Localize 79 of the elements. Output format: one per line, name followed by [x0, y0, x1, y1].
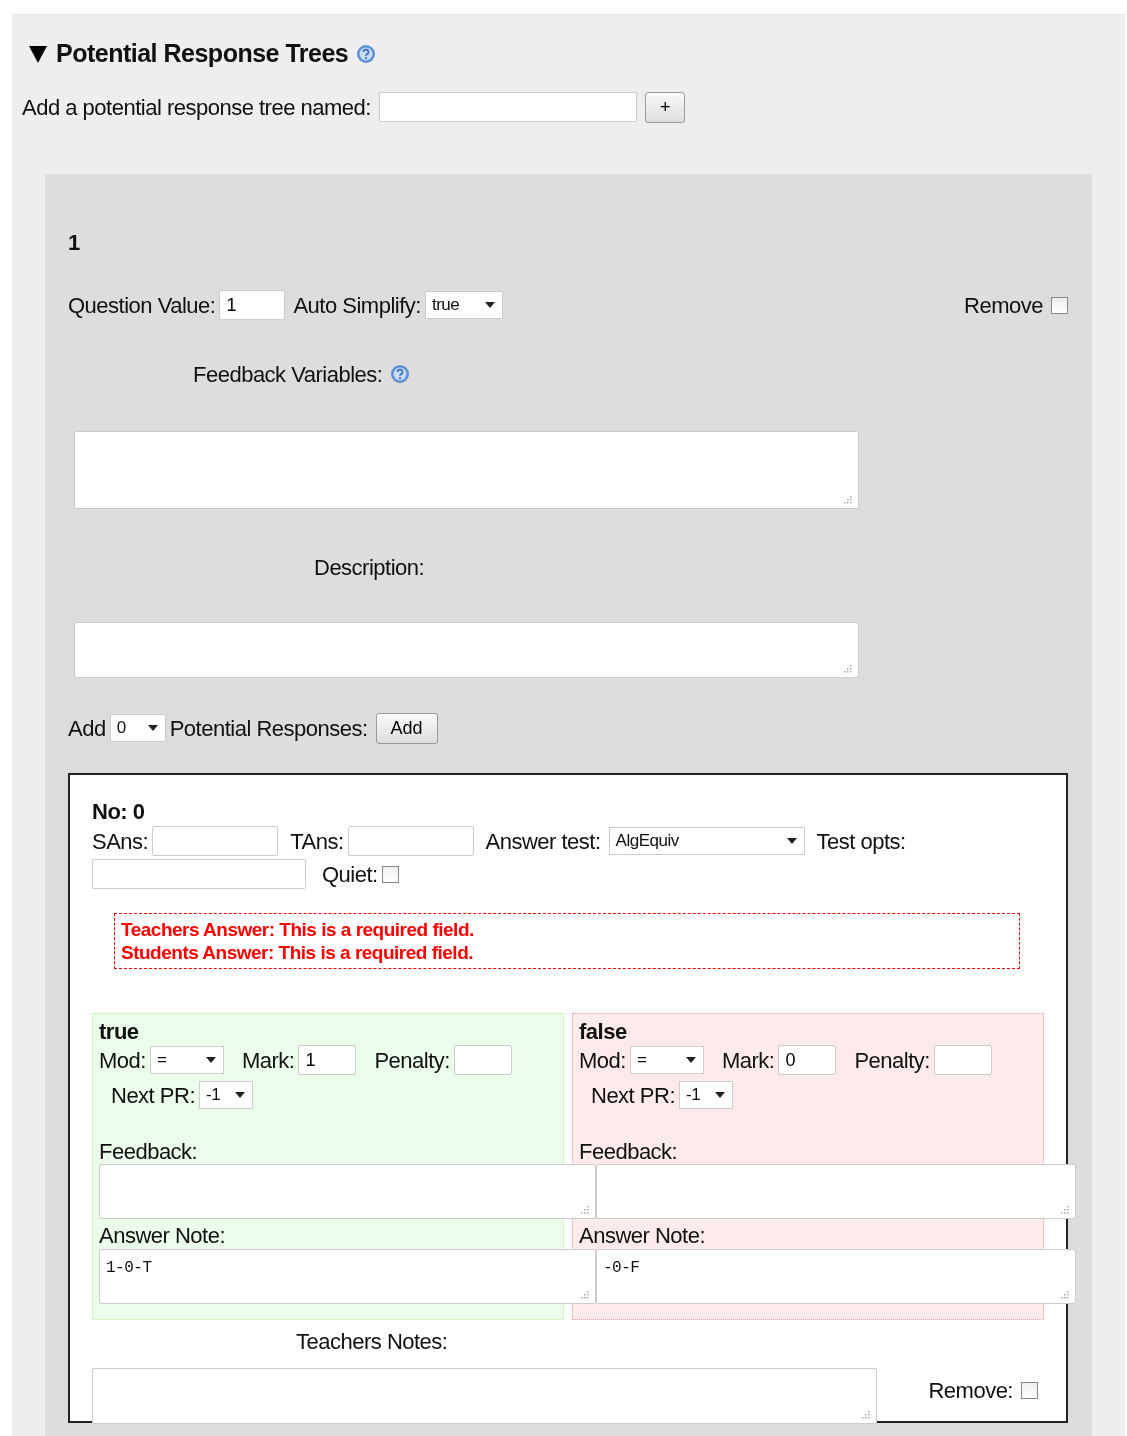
field-label: Auto Simplify:: [293, 291, 421, 320]
text-area[interactable]: -0-F: [596, 1248, 1076, 1304]
select-field[interactable]: true: [424, 291, 503, 319]
field-label: Add: [68, 714, 106, 743]
input-field[interactable]: [152, 826, 279, 856]
input-field[interactable]: [378, 92, 637, 122]
text-area[interactable]: [74, 621, 859, 678]
resize-grip-icon[interactable]: [1059, 1288, 1069, 1299]
resize-grip-icon[interactable]: [860, 1408, 870, 1419]
field-label: Add a potential response tree named:: [22, 93, 371, 122]
node-title: No: 0: [92, 798, 145, 825]
field-label: Mark:: [721, 1046, 775, 1075]
resize-grip-icon[interactable]: [579, 1203, 589, 1214]
branch-title: false: [579, 1019, 627, 1044]
checkbox[interactable]: [381, 865, 399, 883]
select-field[interactable]: =: [629, 1046, 704, 1074]
input-field[interactable]: [347, 826, 474, 856]
input-field[interactable]: [933, 1045, 992, 1075]
select-field[interactable]: 0: [109, 714, 166, 742]
field-label: Mark:: [241, 1046, 295, 1075]
help-icon[interactable]: [356, 43, 377, 64]
add-button[interactable]: +: [644, 91, 686, 123]
input-field[interactable]: 1: [219, 290, 286, 320]
text-area[interactable]: [99, 1163, 596, 1219]
error-message: Students Answer: This is a required field.: [121, 940, 474, 964]
input-field[interactable]: 1: [298, 1045, 357, 1075]
resize-grip-icon[interactable]: [842, 662, 852, 673]
input-field[interactable]: 0: [778, 1045, 837, 1075]
caret-icon: [204, 1056, 217, 1064]
field-label: Remove: [964, 291, 1043, 320]
collapse-triangle-icon[interactable]: [28, 43, 48, 64]
field-label: Feedback:: [579, 1139, 678, 1164]
input-field[interactable]: [92, 859, 306, 889]
add-button[interactable]: Add: [375, 712, 438, 744]
resize-grip-icon[interactable]: [1059, 1203, 1069, 1214]
text-area[interactable]: [92, 1367, 877, 1424]
field-label: Question Value:: [68, 291, 216, 320]
field-label: Test opts:: [816, 827, 906, 856]
resize-grip-icon[interactable]: [842, 493, 852, 504]
field-label: Quiet:: [322, 860, 378, 889]
input-field[interactable]: [453, 1045, 512, 1075]
field-label: Penalty:: [374, 1046, 450, 1075]
field-label: Answer Note:: [579, 1222, 706, 1249]
field-label: Teachers Notes:: [296, 1327, 448, 1356]
select-field[interactable]: -1: [199, 1081, 254, 1109]
field-label: SAns:: [92, 827, 149, 856]
field-label: Next PR:: [111, 1081, 196, 1110]
caret-icon: [684, 1056, 697, 1064]
field-label: Feedback:: [99, 1139, 198, 1164]
field-label: Penalty:: [854, 1046, 930, 1075]
checkbox[interactable]: [1021, 1381, 1038, 1399]
field-label: Next PR:: [591, 1081, 676, 1110]
field-label: Answer test:: [485, 827, 601, 856]
section-title: Potential Response Trees: [56, 38, 349, 69]
select-field[interactable]: -1: [679, 1081, 734, 1109]
field-label: Mod:: [99, 1046, 146, 1075]
caret-icon: [483, 301, 496, 309]
field-label: Remove:: [928, 1376, 1013, 1405]
text-area[interactable]: [596, 1163, 1076, 1219]
caret-icon: [234, 1091, 247, 1099]
text-area[interactable]: 1-0-T: [99, 1248, 596, 1304]
field-label: Description:: [314, 553, 425, 582]
error-message: Teachers Answer: This is a required field.: [121, 917, 474, 941]
caret-icon: [146, 724, 159, 732]
field-label: Feedback Variables:: [193, 360, 383, 389]
field-label: Potential Responses:: [169, 714, 368, 743]
field-label: Answer Note:: [99, 1222, 226, 1249]
field-label: Mod:: [579, 1046, 626, 1075]
branch-title: true: [99, 1019, 139, 1044]
select-field[interactable]: =: [149, 1046, 224, 1074]
help-icon[interactable]: [390, 364, 411, 384]
tree-name: 1: [68, 228, 81, 257]
caret-icon: [714, 1091, 727, 1099]
field-label: TAns:: [290, 827, 344, 856]
resize-grip-icon[interactable]: [579, 1288, 589, 1299]
caret-icon: [785, 837, 798, 845]
checkbox[interactable]: [1051, 296, 1068, 314]
select-field[interactable]: AlgEquiv: [608, 827, 805, 855]
text-area[interactable]: [74, 430, 859, 509]
